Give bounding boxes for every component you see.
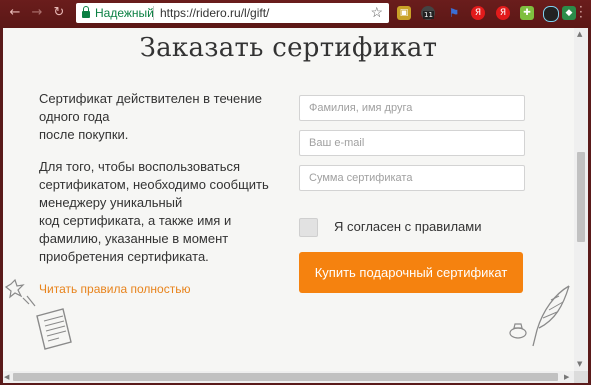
browser-menu-icon[interactable]: · · · <box>579 1 583 23</box>
yandex-extension-icon[interactable]: Я <box>471 6 485 20</box>
read-rules-link[interactable]: Читать правила полностью <box>39 282 190 296</box>
secure-label: Надежный <box>95 6 154 20</box>
validity-paragraph: Сертификат действителен в течение одного… <box>39 90 279 144</box>
scroll-up-arrow-icon[interactable]: ▲ <box>577 30 582 38</box>
agree-checkbox[interactable] <box>299 218 318 237</box>
scroll-right-arrow-icon[interactable]: ▶ <box>564 373 569 381</box>
reload-icon[interactable]: ↻ <box>52 6 66 20</box>
horizontal-scroll-thumb[interactable] <box>13 373 558 381</box>
star-doodle-icon <box>5 278 36 307</box>
camera-extension-icon[interactable]: 11 <box>421 6 435 20</box>
vertical-scroll-thumb[interactable] <box>577 152 585 242</box>
agree-label: Я согласен с правилами <box>334 219 482 234</box>
horizontal-scrollbar[interactable]: ◀ ▶ <box>3 371 574 383</box>
quill-doodle-icon <box>532 285 570 347</box>
circle-extension-icon[interactable] <box>543 6 559 22</box>
text-line: код сертификата, а также имя и <box>39 213 232 228</box>
url-text[interactable]: https://ridero.ru/l/gift/ <box>160 6 269 20</box>
email-input[interactable] <box>299 130 525 156</box>
page-title: Заказать сертификат <box>139 33 438 63</box>
text-line: менеджеру уникальный <box>39 195 183 210</box>
forward-arrow-icon[interactable]: → <box>30 6 44 20</box>
flag-extension-icon[interactable]: ⚑ <box>447 6 461 20</box>
address-bar[interactable]: Надежный https://ridero.ru/l/gift/ ☆ <box>76 3 389 23</box>
back-arrow-icon[interactable]: ← <box>8 6 22 20</box>
scroll-down-arrow-icon[interactable]: ▼ <box>577 360 582 368</box>
instructions-paragraph: Для того, чтобы воспользоваться сертифик… <box>39 158 279 266</box>
shield-extension-icon[interactable]: ◆ <box>562 6 576 20</box>
text-line: Сертификат действителен в течение <box>39 91 262 106</box>
puzzle-extension-icon[interactable]: ✚ <box>520 6 534 20</box>
vertical-scrollbar[interactable]: ▲ ▼ <box>574 28 588 371</box>
scroll-left-arrow-icon[interactable]: ◀ <box>4 373 9 381</box>
extension-badge: 11 <box>423 11 434 19</box>
text-line: приобретения сертификата. <box>39 249 209 264</box>
buy-certificate-button[interactable]: Купить подарочный сертификат <box>299 252 523 293</box>
text-line: фамилию, указанные в момент <box>39 231 229 246</box>
friend-name-input[interactable] <box>299 95 525 121</box>
browser-toolbar: ← → ↻ Надежный https://ridero.ru/l/gift/… <box>0 0 591 28</box>
page-viewport: Заказать сертификат Сертификат действите… <box>3 28 574 371</box>
inkwell-doodle-icon <box>509 323 527 339</box>
text-line: сертификатом, необходимо сообщить <box>39 177 269 192</box>
lock-icon <box>82 6 90 18</box>
text-line: Для того, чтобы воспользоваться <box>39 159 241 174</box>
amount-input[interactable] <box>299 165 525 191</box>
lock-extension-icon[interactable]: ▣ <box>397 6 411 20</box>
address-separator <box>153 6 154 20</box>
document-doodle-icon <box>36 308 72 350</box>
text-line: одного года <box>39 109 110 124</box>
yandex-extension-icon[interactable]: Я <box>496 6 510 20</box>
text-line: после покупки. <box>39 127 129 142</box>
scrollbar-corner <box>574 371 588 383</box>
bookmark-star-icon[interactable]: ☆ <box>370 4 383 21</box>
